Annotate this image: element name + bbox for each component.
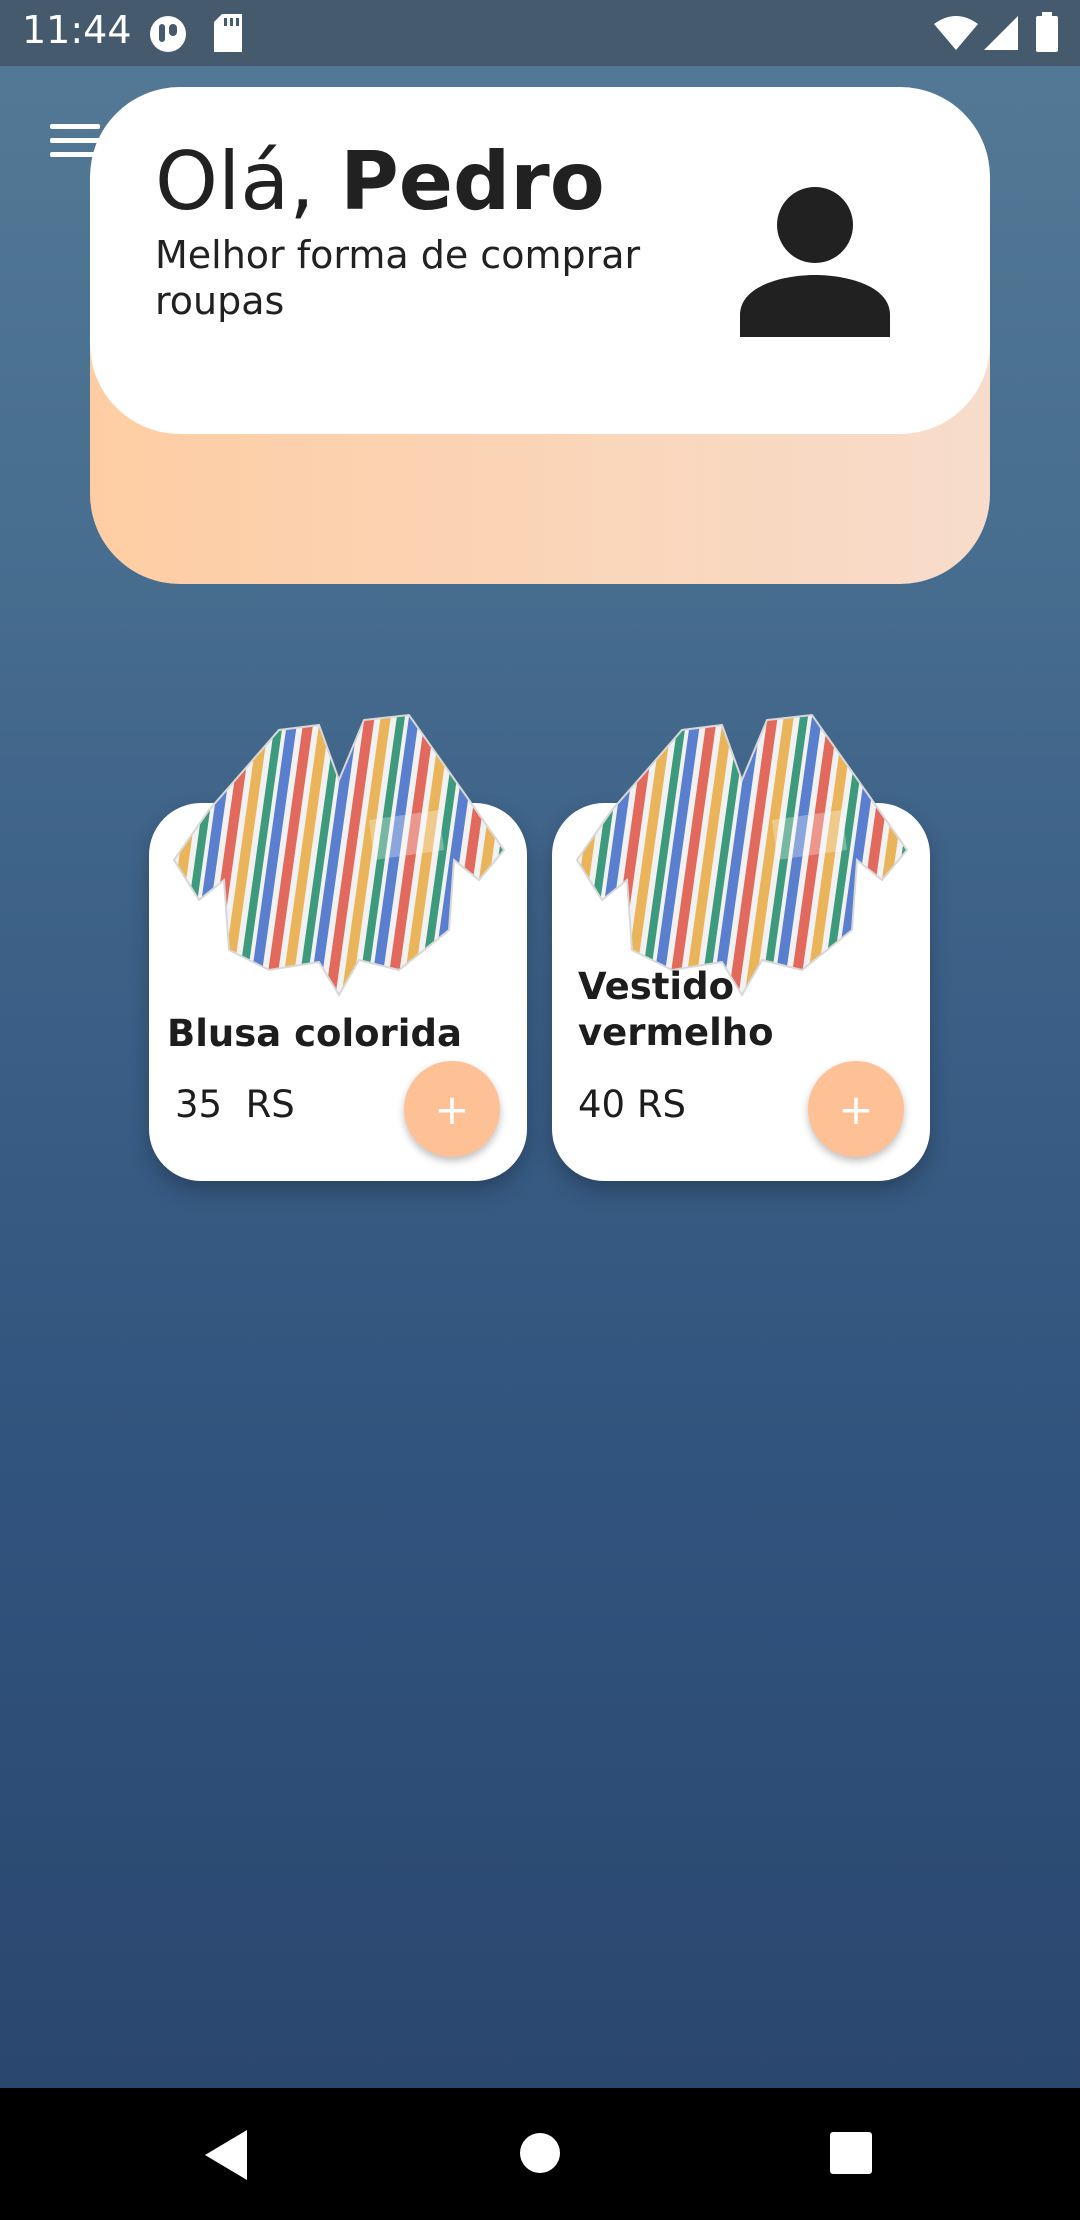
greeting-text: Olá,	[155, 135, 315, 228]
user-avatar-icon[interactable]	[740, 187, 890, 337]
notification-app-icon	[150, 16, 186, 52]
status-bar: 11:44	[0, 0, 1080, 66]
signal-icon	[984, 16, 1018, 50]
product-name: Vestido vermelho	[578, 965, 774, 1054]
add-to-cart-button[interactable]: +	[808, 1061, 904, 1157]
product-card[interactable]: Blusa colorida 35 RS +	[149, 713, 527, 1181]
battery-icon	[1036, 12, 1058, 52]
subtitle: Melhor forma de comprar roupas	[155, 233, 641, 323]
greeting: Olá, Pedro	[155, 135, 605, 228]
header-card: Olá, Pedro Melhor forma de comprar roupa…	[90, 87, 990, 434]
status-time: 11:44	[22, 8, 132, 52]
wifi-icon	[934, 16, 978, 50]
add-to-cart-button[interactable]: +	[404, 1061, 500, 1157]
product-name: Blusa colorida	[167, 1012, 462, 1055]
shirt-image	[172, 713, 506, 997]
back-icon[interactable]	[205, 2130, 249, 2180]
product-card[interactable]: Vestido vermelho 40 RS +	[552, 713, 930, 1181]
user-name: Pedro	[340, 135, 605, 228]
product-price: 35 RS	[175, 1083, 295, 1126]
system-navigation-bar	[0, 2088, 1080, 2220]
sd-card-icon	[214, 14, 242, 52]
shirt-image	[575, 713, 909, 997]
recents-icon[interactable]	[830, 2132, 872, 2174]
product-price: 40 RS	[578, 1083, 687, 1126]
home-icon[interactable]	[519, 2132, 561, 2174]
